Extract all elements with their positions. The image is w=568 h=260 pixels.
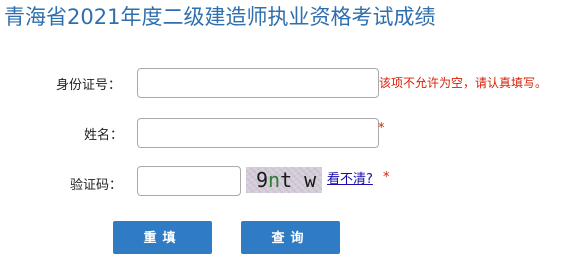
score-query-page: 青海省2021年度二级建造师执业资格考试成绩 身份证号： 该项不允许为空，请认真… <box>0 0 568 260</box>
id-number-label: 身份证号： <box>56 78 122 93</box>
captcha-required-mark: * <box>383 170 390 185</box>
name-label: 姓名： <box>84 128 124 143</box>
query-button[interactable]: 查询 <box>241 221 340 254</box>
captcha-input[interactable] <box>137 166 241 196</box>
name-input[interactable] <box>137 118 379 148</box>
captcha-label: 验证码： <box>70 178 123 193</box>
page-title: 青海省2021年度二级建造师执业资格考试成绩 <box>4 5 436 29</box>
captcha-refresh-link[interactable]: 看不清? <box>327 168 373 187</box>
reset-button[interactable]: 重填 <box>113 221 212 254</box>
captcha-image-text: 9nt w <box>256 168 317 192</box>
name-required-mark: * <box>378 121 385 136</box>
captcha-image[interactable]: 9nt w <box>246 167 322 193</box>
id-number-input[interactable] <box>137 68 379 98</box>
id-number-error: 该项不允许为空，请认真填写。 <box>379 76 548 90</box>
